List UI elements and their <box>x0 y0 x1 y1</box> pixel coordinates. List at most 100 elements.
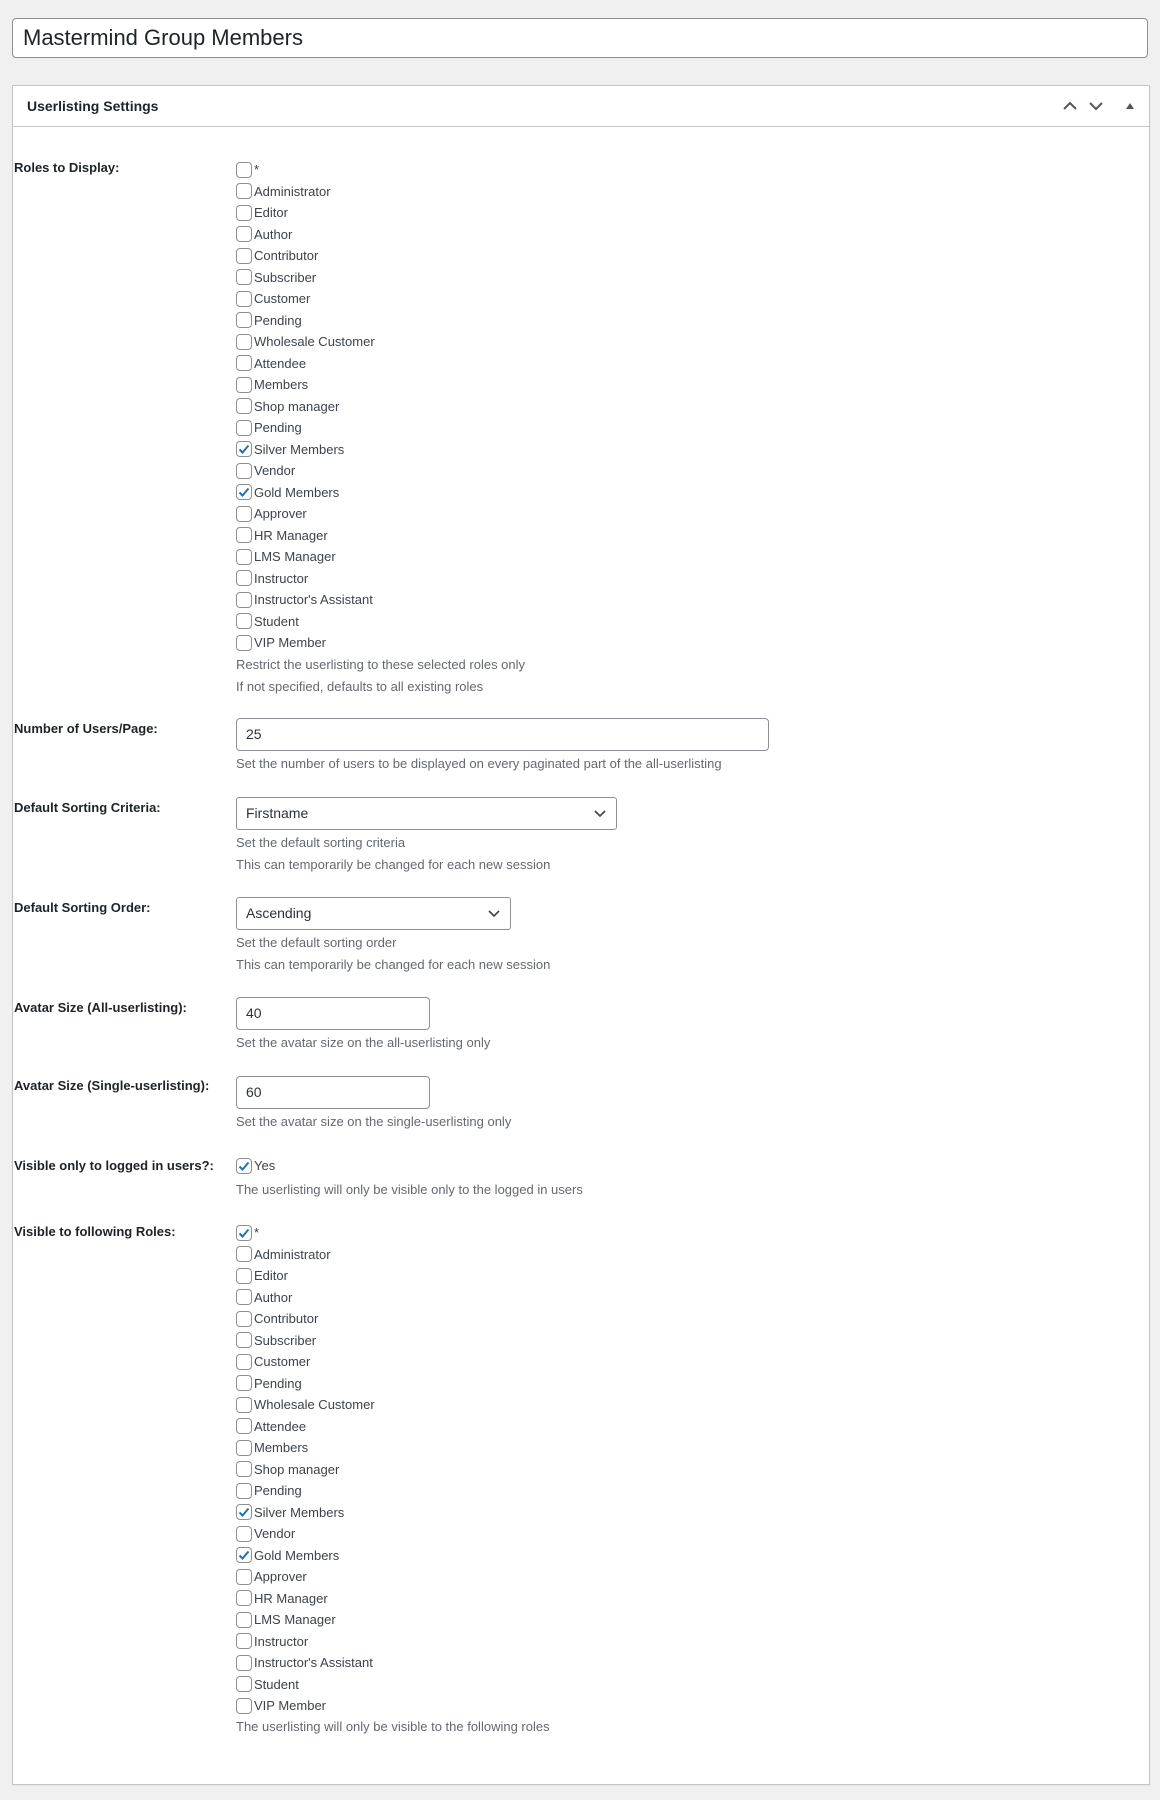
post-title-input[interactable]: Mastermind Group Members <box>12 18 1148 58</box>
roles-to-display-checkbox[interactable] <box>236 312 252 329</box>
roles-to-display-checkbox[interactable] <box>236 247 252 264</box>
visible-roles-checkbox[interactable] <box>236 1461 252 1478</box>
visible-roles-option[interactable]: Shop manager <box>236 1459 375 1481</box>
users-per-page-input[interactable]: 25 <box>236 718 769 751</box>
visible-roles-option[interactable]: Author <box>236 1287 375 1309</box>
visible-roles-option[interactable]: * <box>236 1222 375 1244</box>
roles-to-display-option[interactable]: * <box>236 159 375 181</box>
visible-roles-checkbox[interactable] <box>236 1504 252 1521</box>
visible-roles-option[interactable]: Customer <box>236 1351 375 1373</box>
visible-roles-checkbox[interactable] <box>236 1482 252 1499</box>
roles-to-display-checkbox[interactable] <box>236 484 252 501</box>
visible-roles-checkbox[interactable] <box>236 1246 252 1263</box>
visible-roles-option[interactable]: Subscriber <box>236 1330 375 1352</box>
roles-to-display-option[interactable]: Shop manager <box>236 396 375 418</box>
visible-roles-option[interactable]: Student <box>236 1674 375 1696</box>
visible-roles-checkbox[interactable] <box>236 1590 252 1607</box>
visible-roles-option[interactable]: HR Manager <box>236 1588 375 1610</box>
roles-to-display-checkbox[interactable] <box>236 398 252 415</box>
roles-to-display-option[interactable]: VIP Member <box>236 632 375 654</box>
visible-roles-checkbox[interactable] <box>236 1633 252 1650</box>
visible-roles-option[interactable]: Instructor <box>236 1631 375 1653</box>
roles-to-display-checkbox[interactable] <box>236 591 252 608</box>
roles-to-display-option[interactable]: Approver <box>236 503 375 525</box>
roles-to-display-option[interactable]: Editor <box>236 202 375 224</box>
sorting-order-select[interactable]: Ascending <box>236 897 511 930</box>
avatar-all-input[interactable]: 40 <box>236 997 430 1030</box>
roles-to-display-checkbox[interactable] <box>236 226 252 243</box>
roles-to-display-checkbox[interactable] <box>236 290 252 307</box>
visible-roles-option[interactable]: Contributor <box>236 1308 375 1330</box>
visible-logged-in-option[interactable]: Yes <box>236 1155 583 1177</box>
visible-roles-option[interactable]: Approver <box>236 1566 375 1588</box>
visible-roles-checkbox[interactable] <box>236 1396 252 1413</box>
visible-roles-checkbox[interactable] <box>236 1697 252 1714</box>
visible-roles-option[interactable]: Vendor <box>236 1523 375 1545</box>
sorting-criteria-select[interactable]: Firstname <box>236 797 617 830</box>
roles-to-display-option[interactable]: Contributor <box>236 245 375 267</box>
roles-to-display-checkbox[interactable] <box>236 527 252 544</box>
roles-to-display-checkbox[interactable] <box>236 548 252 565</box>
visible-logged-in-checkbox[interactable] <box>236 1157 252 1174</box>
roles-to-display-option[interactable]: HR Manager <box>236 525 375 547</box>
roles-to-display-checkbox[interactable] <box>236 441 252 458</box>
roles-to-display-option[interactable]: Attendee <box>236 353 375 375</box>
roles-to-display-checkbox[interactable] <box>236 269 252 286</box>
roles-to-display-checkbox[interactable] <box>236 634 252 651</box>
roles-to-display-option[interactable]: Pending <box>236 417 375 439</box>
visible-roles-checkbox[interactable] <box>236 1547 252 1564</box>
visible-roles-checkbox[interactable] <box>236 1353 252 1370</box>
visible-roles-checkbox[interactable] <box>236 1375 252 1392</box>
roles-to-display-option[interactable]: Wholesale Customer <box>236 331 375 353</box>
roles-to-display-option[interactable]: Student <box>236 611 375 633</box>
visible-roles-option[interactable]: Editor <box>236 1265 375 1287</box>
roles-to-display-option[interactable]: Instructor <box>236 568 375 590</box>
roles-to-display-option[interactable]: Pending <box>236 310 375 332</box>
visible-roles-option[interactable]: VIP Member <box>236 1695 375 1717</box>
roles-to-display-checkbox[interactable] <box>236 505 252 522</box>
visible-roles-option[interactable]: Gold Members <box>236 1545 375 1567</box>
visible-roles-option[interactable]: Silver Members <box>236 1502 375 1524</box>
visible-roles-option[interactable]: Instructor's Assistant <box>236 1652 375 1674</box>
roles-to-display-option[interactable]: Vendor <box>236 460 375 482</box>
roles-to-display-option[interactable]: Subscriber <box>236 267 375 289</box>
chevron-down-icon[interactable] <box>1086 96 1106 116</box>
roles-to-display-checkbox[interactable] <box>236 376 252 393</box>
roles-to-display-checkbox[interactable] <box>236 204 252 221</box>
visible-roles-checkbox[interactable] <box>236 1439 252 1456</box>
visible-roles-checkbox[interactable] <box>236 1654 252 1671</box>
chevron-up-icon[interactable] <box>1060 96 1080 116</box>
visible-roles-checkbox[interactable] <box>236 1611 252 1628</box>
roles-to-display-checkbox[interactable] <box>236 613 252 630</box>
visible-roles-checkbox[interactable] <box>236 1267 252 1284</box>
visible-roles-checkbox[interactable] <box>236 1332 252 1349</box>
roles-to-display-option[interactable]: Customer <box>236 288 375 310</box>
roles-to-display-option[interactable]: Administrator <box>236 181 375 203</box>
visible-roles-option[interactable]: Pending <box>236 1373 375 1395</box>
visible-roles-option[interactable]: LMS Manager <box>236 1609 375 1631</box>
toggle-panel-triangle-icon[interactable] <box>1120 96 1140 116</box>
visible-roles-checkbox[interactable] <box>236 1418 252 1435</box>
roles-to-display-checkbox[interactable] <box>236 419 252 436</box>
roles-to-display-checkbox[interactable] <box>236 570 252 587</box>
visible-roles-checkbox[interactable] <box>236 1568 252 1585</box>
roles-to-display-checkbox[interactable] <box>236 161 252 178</box>
visible-roles-checkbox[interactable] <box>236 1224 252 1241</box>
roles-to-display-option[interactable]: Silver Members <box>236 439 375 461</box>
visible-roles-checkbox[interactable] <box>236 1525 252 1542</box>
visible-roles-option[interactable]: Attendee <box>236 1416 375 1438</box>
visible-roles-checkbox[interactable] <box>236 1289 252 1306</box>
avatar-single-input[interactable]: 60 <box>236 1076 430 1109</box>
visible-roles-option[interactable]: Members <box>236 1437 375 1459</box>
roles-to-display-option[interactable]: LMS Manager <box>236 546 375 568</box>
roles-to-display-option[interactable]: Author <box>236 224 375 246</box>
roles-to-display-checkbox[interactable] <box>236 183 252 200</box>
visible-roles-checkbox[interactable] <box>236 1676 252 1693</box>
roles-to-display-option[interactable]: Gold Members <box>236 482 375 504</box>
roles-to-display-option[interactable]: Members <box>236 374 375 396</box>
roles-to-display-checkbox[interactable] <box>236 462 252 479</box>
visible-roles-option[interactable]: Administrator <box>236 1244 375 1266</box>
roles-to-display-checkbox[interactable] <box>236 355 252 372</box>
visible-roles-checkbox[interactable] <box>236 1310 252 1327</box>
roles-to-display-option[interactable]: Instructor's Assistant <box>236 589 375 611</box>
